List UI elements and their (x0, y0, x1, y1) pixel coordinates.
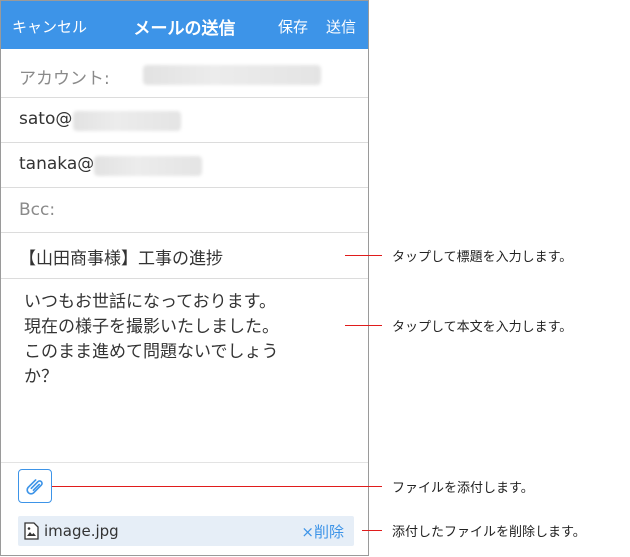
attach-file-button[interactable] (18, 469, 52, 503)
attachment-file-name: image.jpg (44, 522, 119, 540)
account-field[interactable]: アカウント: (1, 49, 368, 98)
paperclip-icon (26, 479, 43, 495)
cc-field[interactable]: tanaka@ (1, 143, 368, 188)
to-address: sato@ (19, 109, 73, 129)
navigation-bar: キャンセル メールの送信 保存 送信 (1, 1, 368, 49)
cc-address: tanaka@ (19, 154, 95, 174)
callout-line-body (345, 325, 382, 326)
attachment-divider (1, 462, 368, 463)
subject-text: 【山田商事様】工事の進捗 (19, 249, 223, 269)
mail-compose-screen: キャンセル メールの送信 保存 送信 アカウント: sato@ tanaka@ … (0, 0, 369, 556)
callout-body: タップして本文を入力します。 (392, 320, 573, 335)
image-file-icon (24, 522, 39, 540)
callout-line-delete (362, 530, 382, 531)
to-address-redacted (73, 111, 181, 131)
callout-subject: タップして標題を入力します。 (392, 250, 573, 265)
subject-field[interactable]: 【山田商事様】工事の進捗 (1, 233, 368, 279)
to-field[interactable]: sato@ (1, 98, 368, 143)
delete-attachment-button[interactable]: ×削除 (301, 521, 344, 542)
callout-line-attach (52, 486, 382, 487)
bcc-field[interactable]: Bcc: (1, 188, 368, 233)
body-textarea[interactable]: いつもお世話になっております。 現在の様子を撮影いたしました。 このまま進めて問… (24, 290, 344, 390)
cc-address-redacted (94, 156, 202, 176)
bcc-label: Bcc: (19, 200, 56, 220)
cancel-button[interactable]: キャンセル (12, 16, 87, 37)
attachment-item: image.jpg ×削除 (18, 516, 354, 546)
save-button[interactable]: 保存 (278, 16, 308, 37)
callout-attach: ファイルを添付します。 (392, 481, 534, 496)
account-value-redacted (143, 65, 321, 85)
account-label: アカウント: (19, 69, 110, 89)
send-button[interactable]: 送信 (326, 16, 356, 37)
callout-delete: 添付したファイルを削除します。 (392, 525, 586, 540)
callout-line-subject (345, 255, 382, 256)
